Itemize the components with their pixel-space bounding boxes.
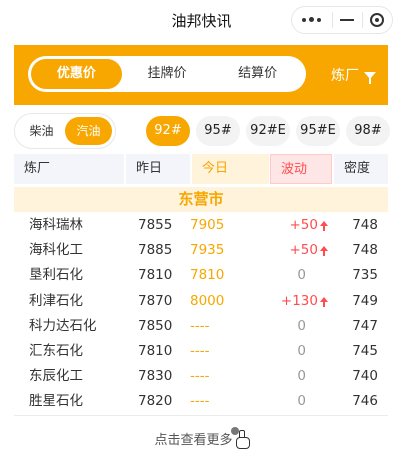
table-row[interactable]: 海科瑞林 7855 7905 +50 748 [14, 213, 388, 238]
title-bar: 油邦快讯 [0, 0, 403, 40]
mini-program-capsule [291, 6, 393, 34]
price-change: +50 [289, 213, 328, 238]
today-price: 7905 [190, 217, 225, 233]
arrow-up-icon [320, 221, 328, 231]
arrow-up-icon [320, 246, 328, 257]
refinery-name: 海科瑞林 [29, 217, 83, 233]
price-change-value: 0 [297, 267, 306, 284]
header-density[interactable]: 密度 [334, 154, 388, 184]
grade-92e[interactable]: 92#E [246, 116, 290, 146]
price-change-value: +50 [289, 217, 319, 233]
price-change-value: 0 [297, 317, 306, 334]
capsule-divider [331, 12, 333, 28]
price-change: +130 [281, 289, 328, 314]
today-price: ---- [190, 342, 210, 359]
fuel-type-toggle: 柴油 汽油 [14, 113, 116, 149]
table-row[interactable]: 胜星石化 7820 ---- 0 746 [14, 389, 388, 414]
yesterday-price: 7885 [138, 242, 173, 259]
density-value: 748 [352, 242, 378, 259]
more-options-icon[interactable] [300, 15, 324, 25]
price-type-tabs: 优惠价 挂牌价 结算价 [28, 56, 306, 92]
refinery-name: 海科化工 [29, 242, 83, 259]
grade-98[interactable]: 98# [346, 116, 390, 146]
capsule-divider [361, 12, 363, 28]
table-row[interactable]: 科力达石化 7850 ---- 0 747 [14, 314, 388, 339]
price-change-value: +130 [280, 292, 318, 309]
refinery-name: 垦利石化 [29, 267, 83, 284]
price-change-value: +50 [289, 242, 319, 259]
refinery-name: 科力达石化 [29, 317, 97, 334]
density-value: 746 [352, 393, 378, 410]
table-row[interactable]: 汇东石化 7810 ---- 0 745 [14, 339, 388, 364]
price-header: 优惠价 挂牌价 结算价 炼厂 [14, 45, 388, 105]
today-price: 7810 [190, 267, 225, 284]
tab-discount-price[interactable]: 优惠价 [31, 59, 122, 89]
yesterday-price: 7810 [138, 342, 173, 359]
refinery-name: 利津石化 [29, 292, 83, 309]
yesterday-price: 7830 [138, 368, 173, 385]
refinery-name: 汇东石化 [29, 342, 83, 359]
density-value: 747 [352, 317, 378, 334]
yesterday-price: 7855 [138, 217, 173, 233]
header-today[interactable]: 今日 [192, 154, 269, 184]
tab-settlement-price[interactable]: 结算价 [212, 59, 303, 89]
close-target-icon[interactable] [370, 13, 384, 27]
today-price: 8000 [190, 292, 225, 309]
price-change-value: 0 [297, 368, 306, 385]
today-price: ---- [190, 368, 210, 385]
minimize-icon[interactable] [340, 19, 354, 21]
grade-selector: 92# 95# 92#E 95#E 98# [146, 116, 390, 146]
section-divider [14, 415, 388, 416]
price-change: +50 [289, 238, 328, 263]
view-more-button[interactable]: 点击查看更多 [0, 426, 403, 449]
yesterday-price: 7820 [138, 393, 173, 410]
fuel-gasoline-option[interactable]: 汽油 [65, 117, 112, 145]
density-value: 748 [352, 217, 378, 233]
header-yesterday[interactable]: 昨日 [126, 154, 190, 184]
today-price: ---- [190, 317, 210, 334]
price-change-value: 0 [297, 342, 306, 359]
arrow-up-icon [320, 296, 328, 307]
refinery-filter-button[interactable]: 炼厂 [331, 65, 376, 85]
density-value: 749 [352, 292, 378, 309]
table-row[interactable]: 垦利石化 7810 7810 0 735 [14, 263, 388, 288]
density-value: 735 [352, 267, 378, 284]
grade-95e[interactable]: 95#E [296, 116, 340, 146]
today-price: ---- [190, 393, 210, 410]
city-section-title: 东营市 [14, 187, 388, 212]
price-table-body: 海科瑞林 7855 7905 +50 748 海科化工 7885 7935 +5… [14, 213, 388, 415]
price-change-value: 0 [297, 393, 306, 410]
hand-pointer-icon [230, 427, 250, 449]
today-price: 7935 [190, 242, 225, 259]
tab-listed-price[interactable]: 挂牌价 [122, 59, 213, 89]
table-row[interactable]: 利津石化 7870 8000 +130 749 [14, 289, 388, 314]
grade-92[interactable]: 92# [146, 116, 190, 146]
view-more-label: 点击查看更多 [154, 433, 233, 448]
table-row[interactable]: 海科化工 7885 7935 +50 748 [14, 238, 388, 263]
refinery-name: 东辰化工 [29, 368, 83, 385]
header-refinery[interactable]: 炼厂 [14, 154, 124, 184]
refinery-filter-label: 炼厂 [331, 68, 359, 84]
yesterday-price: 7810 [138, 267, 173, 284]
header-change[interactable]: 波动 [270, 154, 332, 184]
table-header: 炼厂 昨日 今日 波动 密度 [14, 154, 388, 184]
density-value: 740 [352, 368, 378, 385]
yesterday-price: 7870 [138, 292, 173, 309]
fuel-diesel-option[interactable]: 柴油 [18, 117, 65, 145]
app-root: 油邦快讯 优惠价 挂牌价 结算价 炼厂 柴油 汽油 92# 95# 92#E 9… [0, 0, 403, 467]
yesterday-price: 7850 [138, 317, 173, 334]
funnel-icon [364, 71, 376, 84]
refinery-name: 胜星石化 [29, 393, 83, 410]
density-value: 745 [352, 342, 378, 359]
table-row[interactable]: 东辰化工 7830 ---- 0 740 [14, 364, 388, 389]
grade-95[interactable]: 95# [196, 116, 240, 146]
